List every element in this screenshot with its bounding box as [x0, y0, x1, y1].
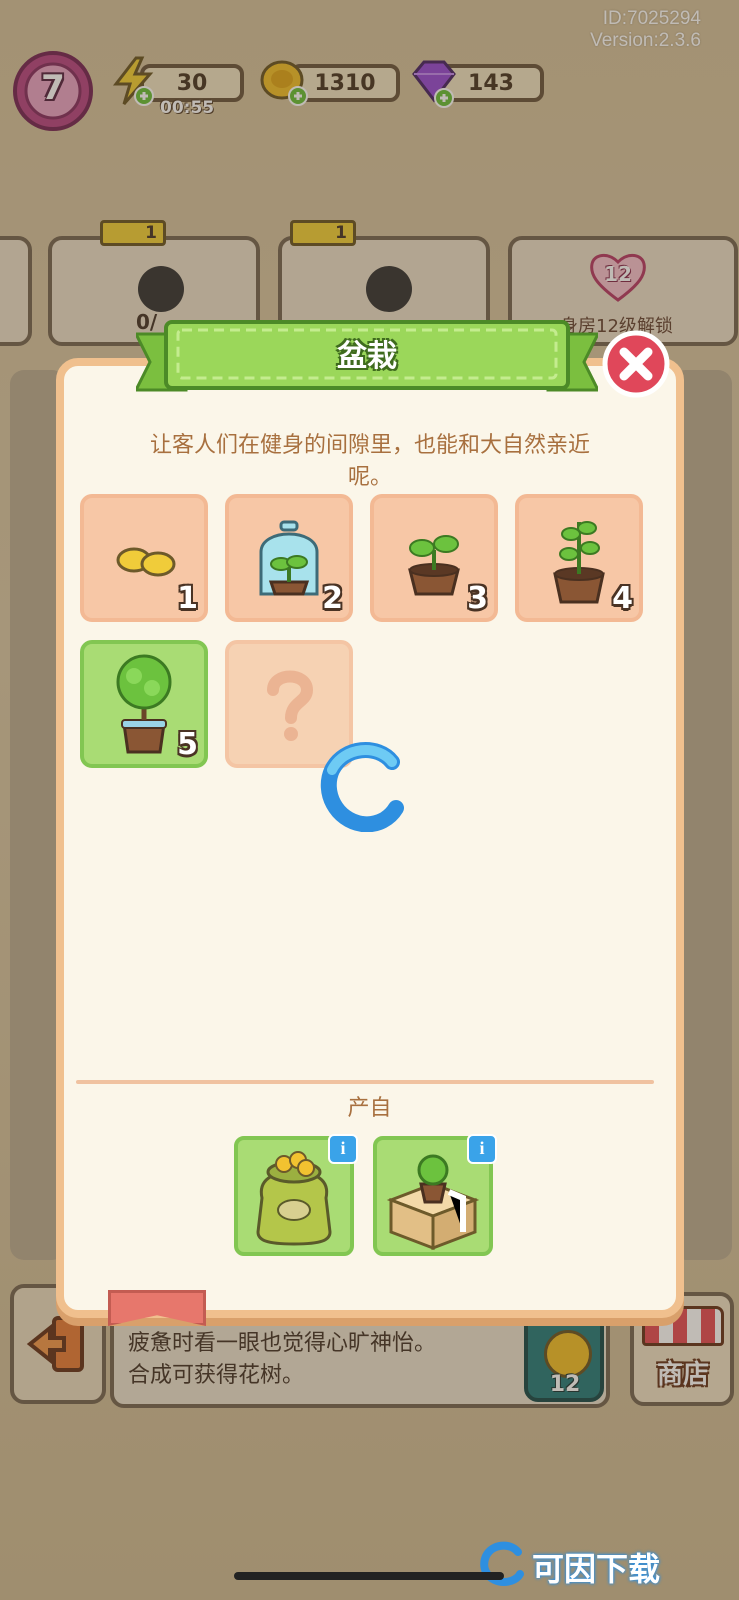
title-ribbon: 盆栽	[136, 320, 598, 396]
source-label: 产自	[347, 1096, 392, 1121]
info-icon[interactable]: i	[328, 1134, 358, 1164]
loading-logo-icon	[316, 740, 408, 833]
item-level: 4	[612, 581, 633, 616]
source-item-seed-sack[interactable]: i	[234, 1134, 358, 1256]
chain-item-5[interactable]: 5	[80, 640, 208, 768]
watermark-text: 可因下载	[532, 1550, 661, 1588]
description-line-1: 让客人们在健身的间隙里，也能和大自然亲近	[149, 433, 590, 458]
source-item-plant-box[interactable]: i	[373, 1134, 497, 1256]
item-level: 3	[467, 581, 488, 616]
section-divider	[76, 1080, 654, 1084]
item-level: 2	[322, 581, 343, 616]
close-button[interactable]	[602, 330, 670, 398]
chain-item-1[interactable]: 1	[80, 494, 208, 622]
item-level: 1	[177, 581, 198, 616]
dialog-title: 盆栽	[337, 339, 397, 374]
description-line-2: 呢。	[347, 465, 392, 490]
watermark: 可因下载	[480, 1540, 730, 1590]
info-icon[interactable]: i	[467, 1134, 497, 1164]
chain-item-3[interactable]: 3	[370, 494, 498, 622]
chain-item-2[interactable]: 2	[225, 494, 353, 622]
item-level: 5	[177, 727, 198, 762]
chain-item-4[interactable]: 4	[515, 494, 643, 622]
home-indicator[interactable]	[234, 1572, 504, 1580]
dialog-description: 让客人们在健身的间隙里，也能和大自然亲近 呢。	[120, 430, 620, 494]
close-icon	[602, 330, 670, 398]
